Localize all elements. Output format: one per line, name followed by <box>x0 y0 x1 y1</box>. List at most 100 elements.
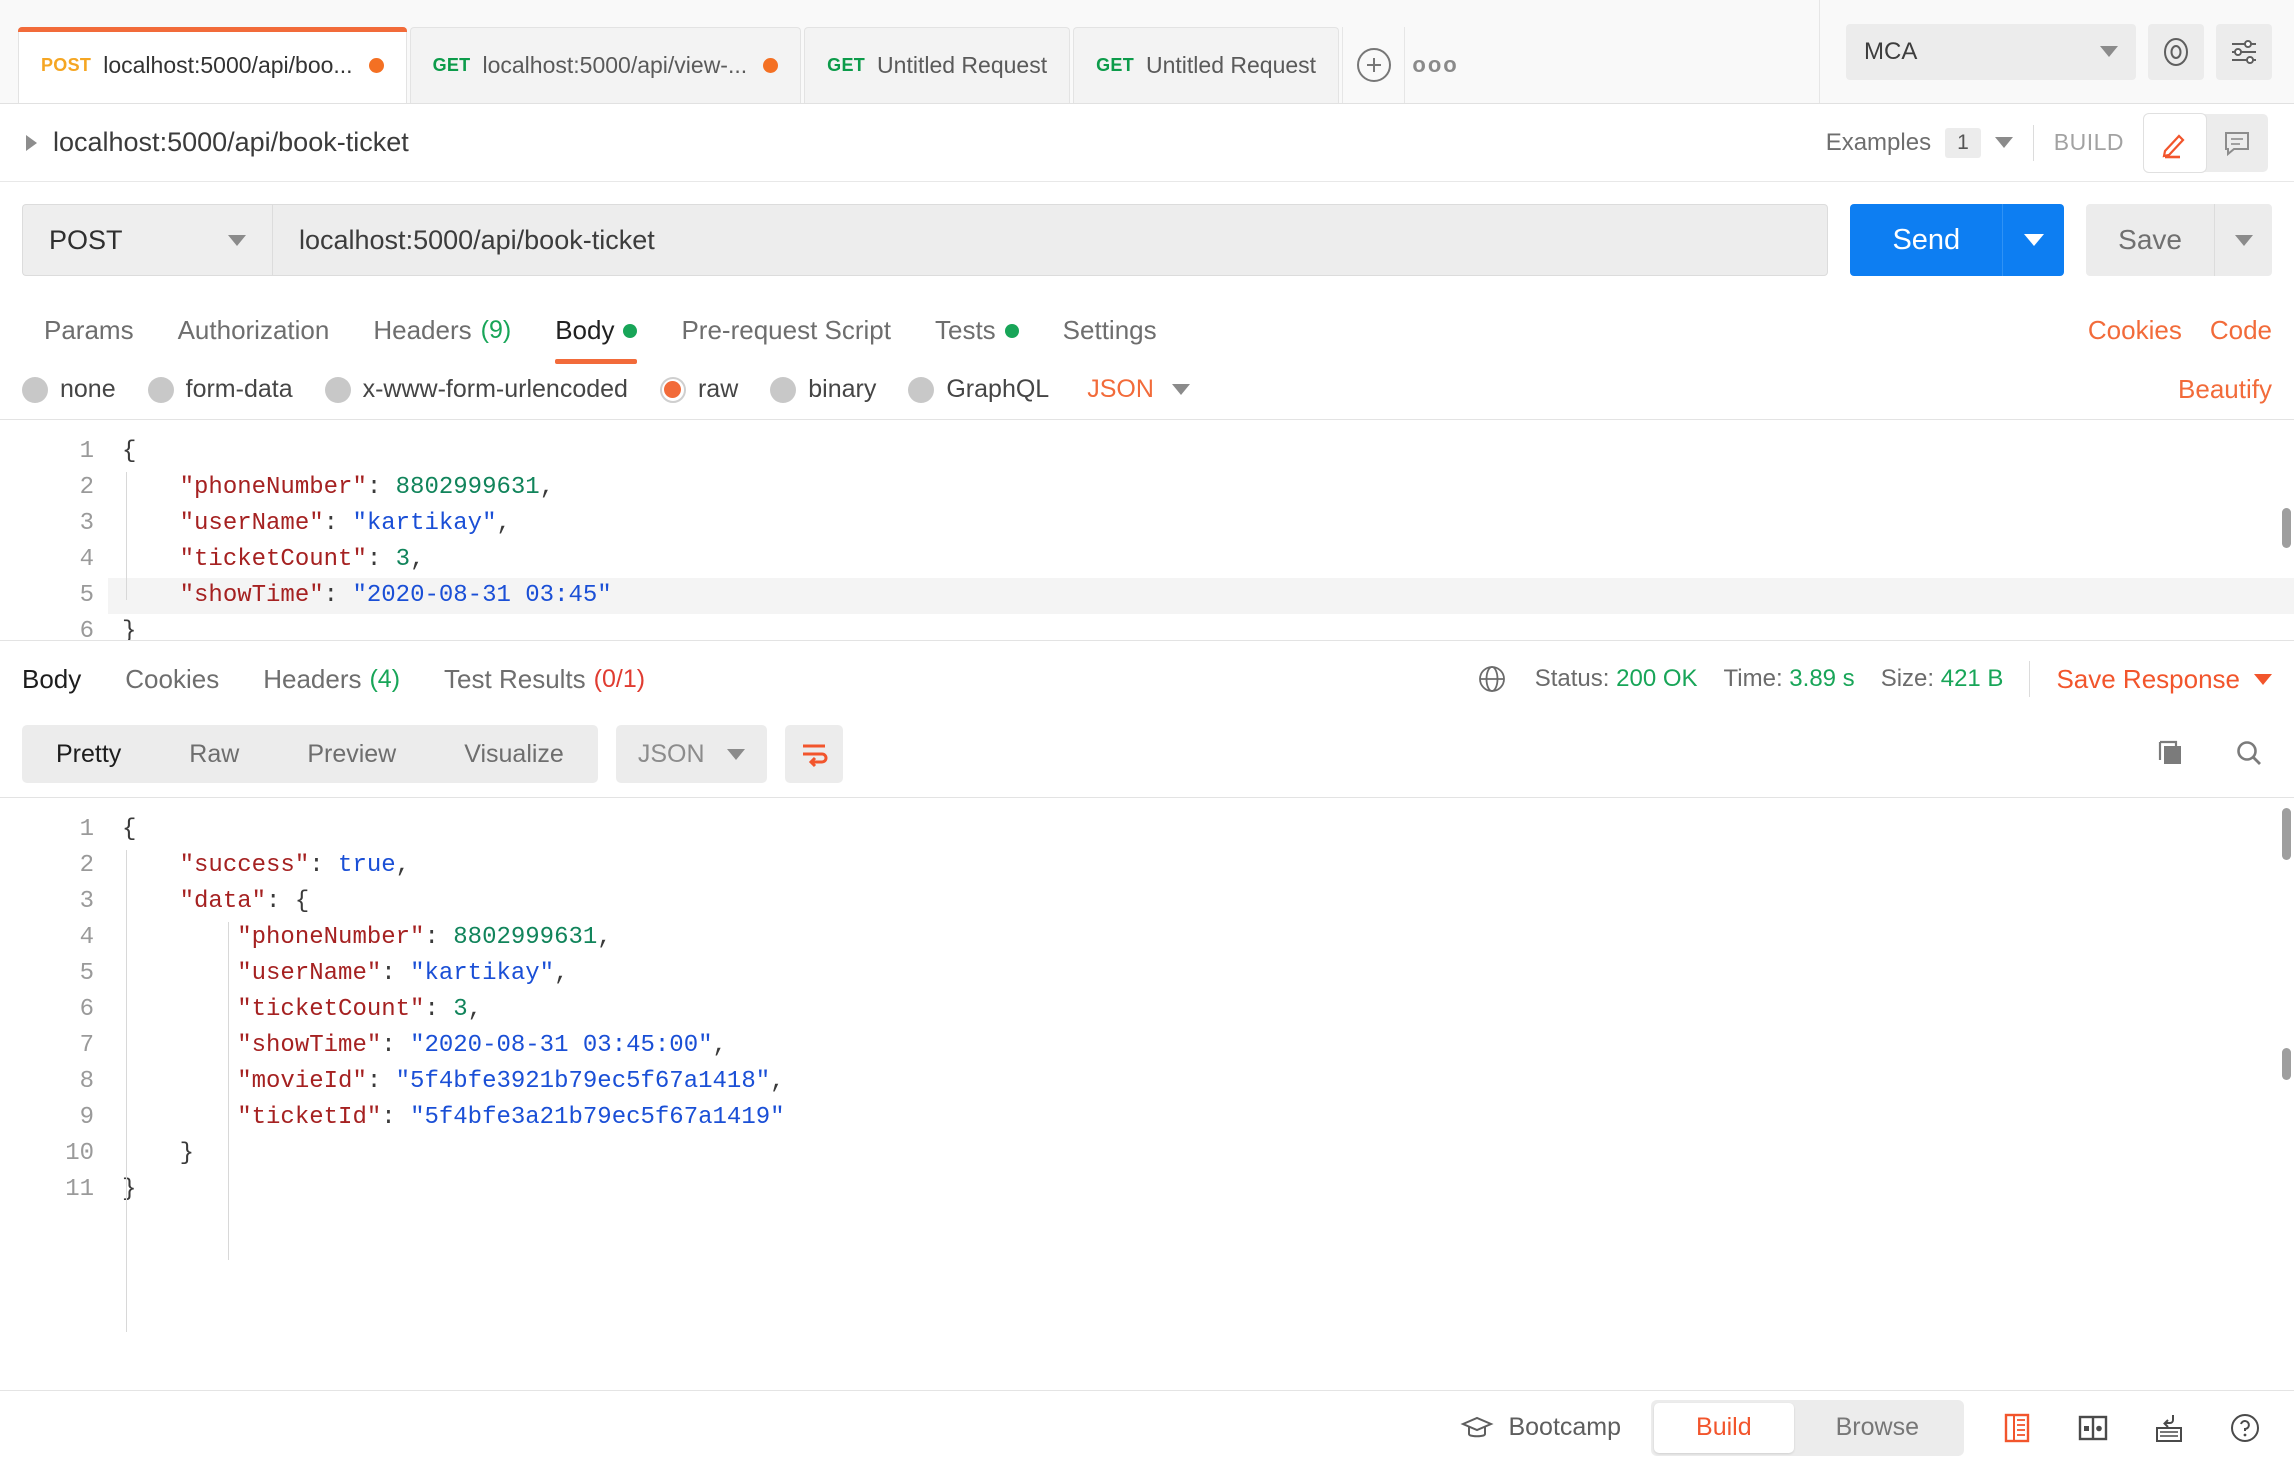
code-token: : <box>367 546 396 573</box>
environment-name: MCA <box>1864 38 1917 66</box>
word-wrap-icon <box>798 738 830 770</box>
mode-build[interactable]: Build <box>1654 1403 1794 1453</box>
request-tab-body[interactable]: Body <box>533 315 659 364</box>
request-tab[interactable]: GETUntitled Request <box>804 27 1070 103</box>
help-button[interactable] <box>2222 1405 2268 1451</box>
examples-label: Examples <box>1826 129 1931 157</box>
keyboard-shortcuts-button[interactable] <box>2146 1405 2192 1451</box>
search-response-button[interactable] <box>2226 731 2272 777</box>
response-line-numbers: 1234567891011 <box>0 798 108 1390</box>
cookies-link[interactable]: Cookies <box>2088 315 2182 346</box>
copy-response-button[interactable] <box>2146 731 2192 777</box>
examples-dropdown[interactable]: Examples 1 <box>1826 128 2013 158</box>
sliders-icon <box>2228 36 2260 68</box>
view-mode-preview[interactable]: Preview <box>273 725 430 783</box>
code-token: : <box>381 960 410 987</box>
radio-icon <box>148 377 174 403</box>
layout-toggle-button[interactable] <box>2070 1405 2116 1451</box>
help-icon <box>2227 1410 2263 1446</box>
save-options-button[interactable] <box>2214 204 2272 276</box>
request-tab[interactable]: GETUntitled Request <box>1073 27 1339 103</box>
response-toolbar: PrettyRawPreviewVisualize JSON <box>0 717 2294 797</box>
request-code-area[interactable]: { "phoneNumber": 8802999631, "userName":… <box>108 420 2294 640</box>
view-mode-raw[interactable]: Raw <box>155 725 273 783</box>
graduation-cap-icon <box>1460 1411 1494 1445</box>
request-editor-scrollbar[interactable] <box>2282 508 2291 548</box>
request-tab-params[interactable]: Params <box>22 315 156 364</box>
request-tab-authorization[interactable]: Authorization <box>156 315 352 364</box>
save-button[interactable]: Save <box>2086 204 2214 276</box>
code-token: "ticketId" <box>122 1104 381 1131</box>
breadcrumb[interactable]: localhost:5000/api/book-ticket <box>26 127 409 158</box>
response-format-selector[interactable]: JSON <box>616 725 767 783</box>
unsaved-indicator-icon <box>369 58 384 73</box>
request-tab[interactable]: GETlocalhost:5000/api/view-... <box>410 27 802 103</box>
environment-quick-look-button[interactable] <box>2148 24 2204 80</box>
comment-mode-button[interactable] <box>2206 114 2268 172</box>
send-button-group: Send <box>1850 204 2064 276</box>
tab-count: (0/1) <box>594 665 645 694</box>
active-indicator-icon <box>623 324 637 338</box>
code-token: "kartikay" <box>352 510 496 537</box>
settings-button[interactable] <box>2216 24 2272 80</box>
response-tab-body[interactable]: Body <box>22 664 103 695</box>
request-tab-tests[interactable]: Tests <box>913 315 1041 364</box>
mode-browse[interactable]: Browse <box>1794 1403 1961 1453</box>
word-wrap-button[interactable] <box>785 725 843 783</box>
bootcamp-button[interactable]: Bootcamp <box>1460 1411 1621 1445</box>
new-tab-button[interactable] <box>1342 27 1404 103</box>
request-tab-settings[interactable]: Settings <box>1041 315 1179 364</box>
body-format-selector[interactable]: JSON <box>1087 375 1190 404</box>
code-link[interactable]: Code <box>2210 315 2272 346</box>
view-mode-visualize[interactable]: Visualize <box>430 725 598 783</box>
code-token: { <box>122 816 136 843</box>
request-tab-headers[interactable]: Headers(9) <box>351 315 533 364</box>
body-type-binary[interactable]: binary <box>770 375 876 404</box>
request-tab[interactable]: POSTlocalhost:5000/api/boo... <box>18 27 407 103</box>
request-body-editor[interactable]: 123456 { "phoneNumber": 8802999631, "use… <box>0 419 2294 641</box>
http-method-selector[interactable]: POST <box>22 204 272 276</box>
code-token: } <box>122 1176 136 1203</box>
response-body-viewer[interactable]: 1234567891011 { "success": true, "data":… <box>0 797 2294 1390</box>
code-line: { <box>108 812 2294 848</box>
response-tab-test-results[interactable]: Test Results(0/1) <box>422 664 667 695</box>
radio-icon <box>770 377 796 403</box>
edit-mode-button[interactable] <box>2144 114 2206 172</box>
send-button[interactable]: Send <box>1850 204 2002 276</box>
body-type-none[interactable]: none <box>22 375 116 404</box>
request-section-tabs: ParamsAuthorizationHeaders(9)BodyPre-req… <box>0 294 2294 364</box>
url-input[interactable]: localhost:5000/api/book-ticket <box>272 204 1828 276</box>
code-token: 8802999631 <box>453 924 597 951</box>
code-line: "success": true, <box>108 848 2294 884</box>
code-token: : <box>381 1032 410 1059</box>
line-number: 3 <box>0 506 94 542</box>
ellipsis-icon: ooo <box>1412 52 1458 78</box>
response-tab-cookies[interactable]: Cookies <box>103 664 241 695</box>
line-number: 8 <box>0 1064 94 1100</box>
environment-selector[interactable]: MCA <box>1846 24 2136 80</box>
save-response-button[interactable]: Save Response <box>2056 664 2272 695</box>
response-viewer-scrollbar-bottom[interactable] <box>2282 1048 2291 1080</box>
tab-more-options-button[interactable]: ooo <box>1404 27 1466 103</box>
radio-icon <box>660 377 686 403</box>
response-code-area[interactable]: { "success": true, "data": { "phoneNumbe… <box>108 798 2294 1390</box>
request-tab-pre-request-script[interactable]: Pre-request Script <box>659 315 913 364</box>
code-token: "data" <box>122 888 266 915</box>
code-token: "showTime" <box>122 1032 381 1059</box>
send-options-button[interactable] <box>2002 204 2064 276</box>
beautify-button[interactable]: Beautify <box>2178 374 2272 405</box>
globe-icon[interactable] <box>1475 662 1509 696</box>
view-mode-pretty[interactable]: Pretty <box>22 725 155 783</box>
line-number: 10 <box>0 1136 94 1172</box>
triangle-right-icon[interactable] <box>26 135 37 151</box>
body-type-GraphQL[interactable]: GraphQL <box>908 375 1049 404</box>
body-type-form-data[interactable]: form-data <box>148 375 293 404</box>
response-viewer-scrollbar-top[interactable] <box>2282 808 2291 860</box>
body-type-x-www-form-urlencoded[interactable]: x-www-form-urlencoded <box>325 375 628 404</box>
response-tab-headers[interactable]: Headers(4) <box>241 664 422 695</box>
console-button[interactable] <box>1994 1405 2040 1451</box>
radio-icon <box>22 377 48 403</box>
code-token: , <box>468 996 482 1023</box>
tab-method-label: GET <box>827 55 865 76</box>
body-type-raw[interactable]: raw <box>660 375 738 404</box>
